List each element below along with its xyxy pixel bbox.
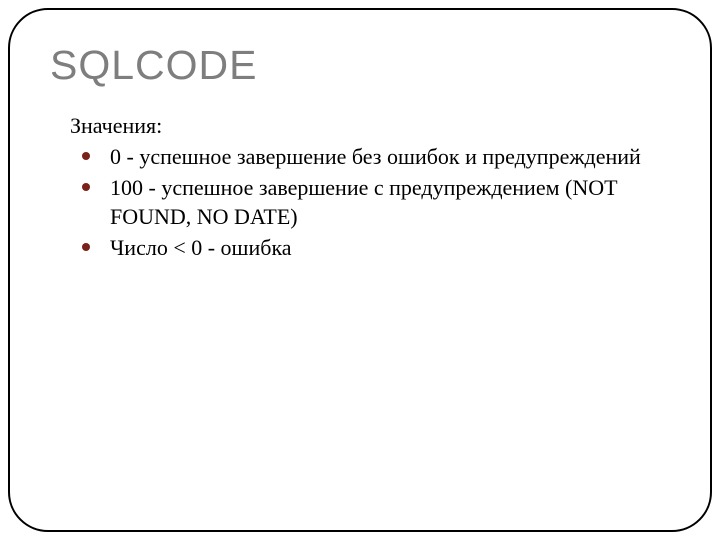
- intro-text: Значения:: [70, 111, 670, 140]
- bullet-list: 0 - успешное завершение без ошибок и пре…: [70, 142, 670, 262]
- list-item: 0 - успешное завершение без ошибок и пре…: [82, 142, 670, 171]
- list-item: 100 - успешное завершение с предупрежден…: [82, 173, 670, 231]
- list-item: Число < 0 - ошибка: [82, 233, 670, 262]
- slide-frame: SQLCODE Значения: 0 - успешное завершени…: [8, 8, 712, 532]
- slide-title: SQLCODE: [50, 42, 670, 89]
- slide-content: Значения: 0 - успешное завершение без ош…: [50, 111, 670, 262]
